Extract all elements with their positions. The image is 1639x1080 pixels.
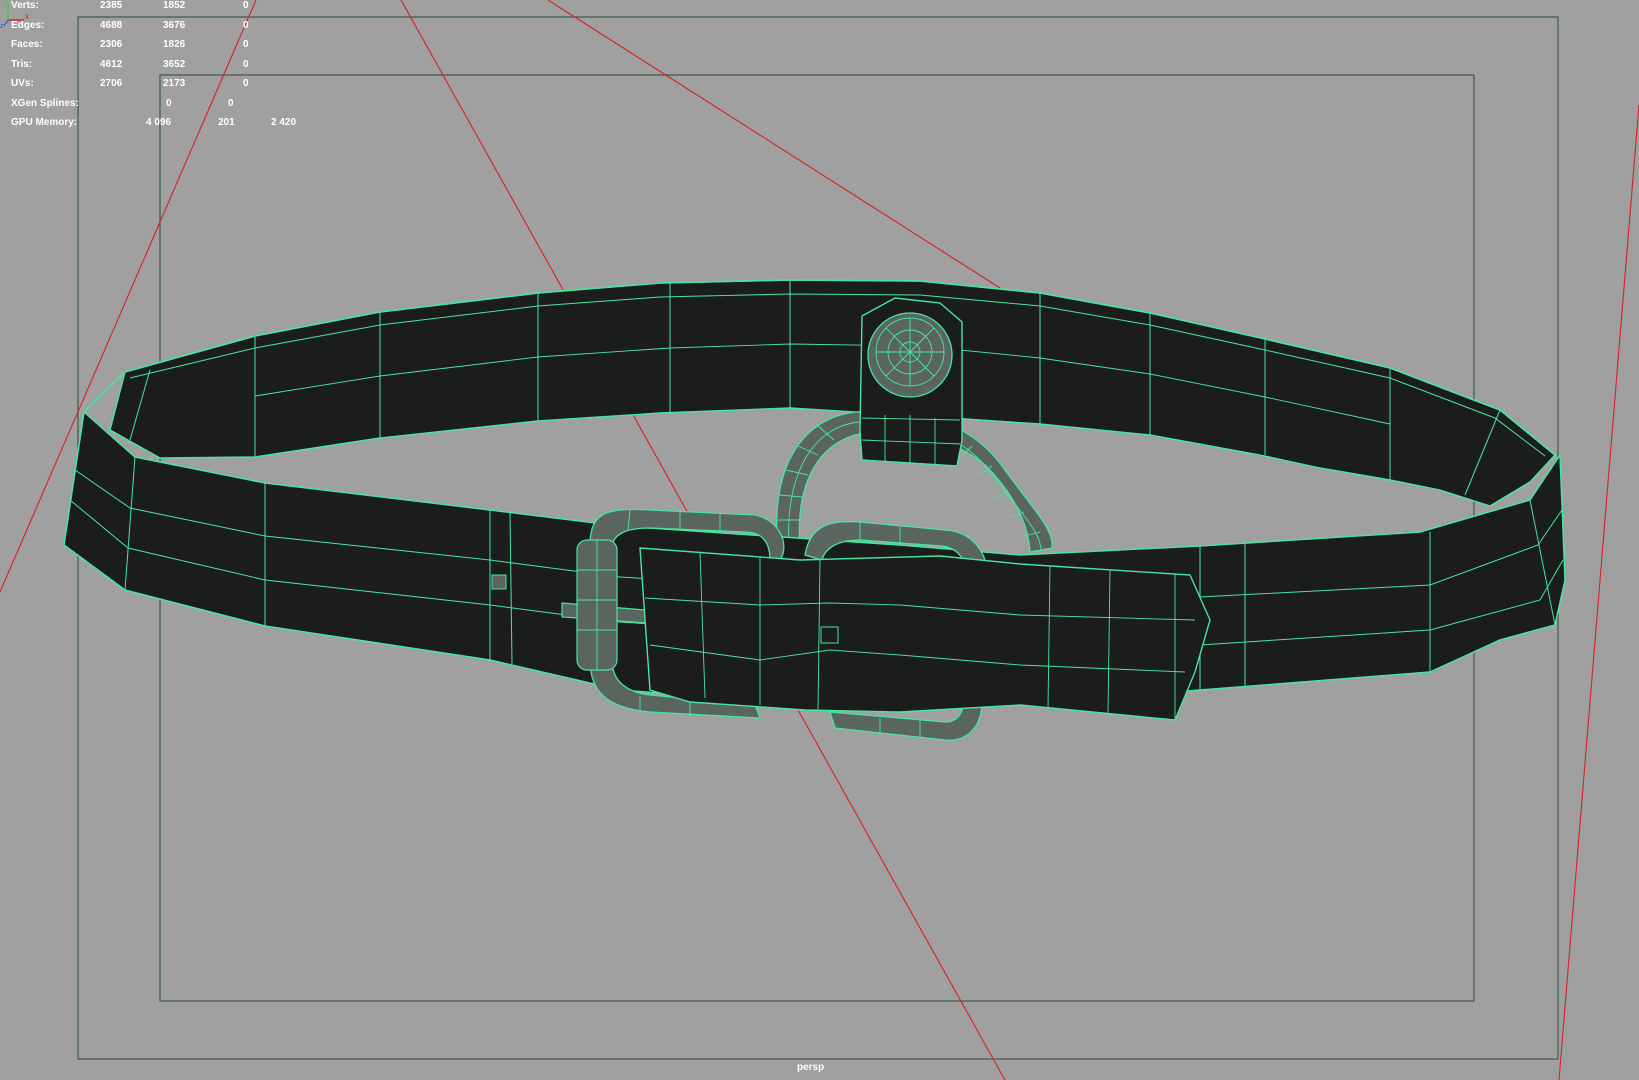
camera-name-label: persp xyxy=(797,1062,825,1073)
hud-value: 0 xyxy=(243,19,249,31)
hud-value: 0 xyxy=(243,39,249,50)
hud-row-xgen-splines: XGen Splines: 0 0 xyxy=(0,98,320,118)
hud-value: 0 xyxy=(243,78,249,89)
hud-value: 1826 xyxy=(163,39,186,50)
hud-row-verts: Verts: 2385 1852 0 xyxy=(0,0,320,20)
hud-value: 3652 xyxy=(163,58,186,70)
belt-back-band xyxy=(109,279,1557,507)
hud-value: 201 xyxy=(218,117,235,128)
hud-value: 4 096 xyxy=(146,117,172,128)
hud-label: GPU Memory: xyxy=(11,117,78,128)
axis-z-label: z xyxy=(0,23,4,28)
axis-y-label: y xyxy=(4,0,8,7)
hud-row-uvs: UVs: 2706 2173 0 xyxy=(0,78,320,98)
belt-strap-end xyxy=(639,547,1211,721)
hud-row-faces: Faces: 2306 1826 0 xyxy=(0,39,320,59)
hud-value: 3676 xyxy=(163,19,186,31)
hud-label: XGen Splines: xyxy=(11,97,79,109)
hud-value: 0 xyxy=(166,97,172,109)
hud-value: 0 xyxy=(243,0,249,11)
hud-row-gpu-memory: GPU Memory: 4 096 201 2 420 xyxy=(0,117,320,137)
hud-value: 2706 xyxy=(100,78,123,89)
hud-row-tris: Tris: 4612 3652 0 xyxy=(0,59,320,79)
belt-hole xyxy=(820,626,839,644)
hud-value: 2385 xyxy=(100,0,123,11)
hud-value: 1852 xyxy=(163,0,186,11)
hud-label: Tris: xyxy=(11,58,33,70)
hud-value: 2173 xyxy=(163,78,186,89)
hud-value: 4688 xyxy=(100,19,123,31)
hud-value: 2 420 xyxy=(271,117,297,128)
belt-keeper-tab xyxy=(859,297,963,467)
hud-value: 0 xyxy=(243,58,249,70)
poly-count-hud: Verts: 2385 1852 0 Edges: 4688 3676 0 Fa… xyxy=(0,0,320,137)
hud-label: Faces: xyxy=(11,39,43,50)
belt-hole xyxy=(491,574,507,590)
rivet xyxy=(867,312,953,398)
axis-gizmo-icon: x y z xyxy=(0,0,29,28)
hud-value: 2306 xyxy=(100,39,123,50)
axis-x-label: x xyxy=(25,12,29,21)
viewport-scene xyxy=(0,0,1639,1080)
hud-row-edges: Edges: 4688 3676 0 xyxy=(0,20,320,40)
hud-value: 0 xyxy=(228,97,234,109)
3d-viewport[interactable]: Verts: 2385 1852 0 Edges: 4688 3676 0 Fa… xyxy=(0,0,1639,1080)
hud-value: 4612 xyxy=(100,58,123,70)
hud-label: UVs: xyxy=(11,78,34,89)
